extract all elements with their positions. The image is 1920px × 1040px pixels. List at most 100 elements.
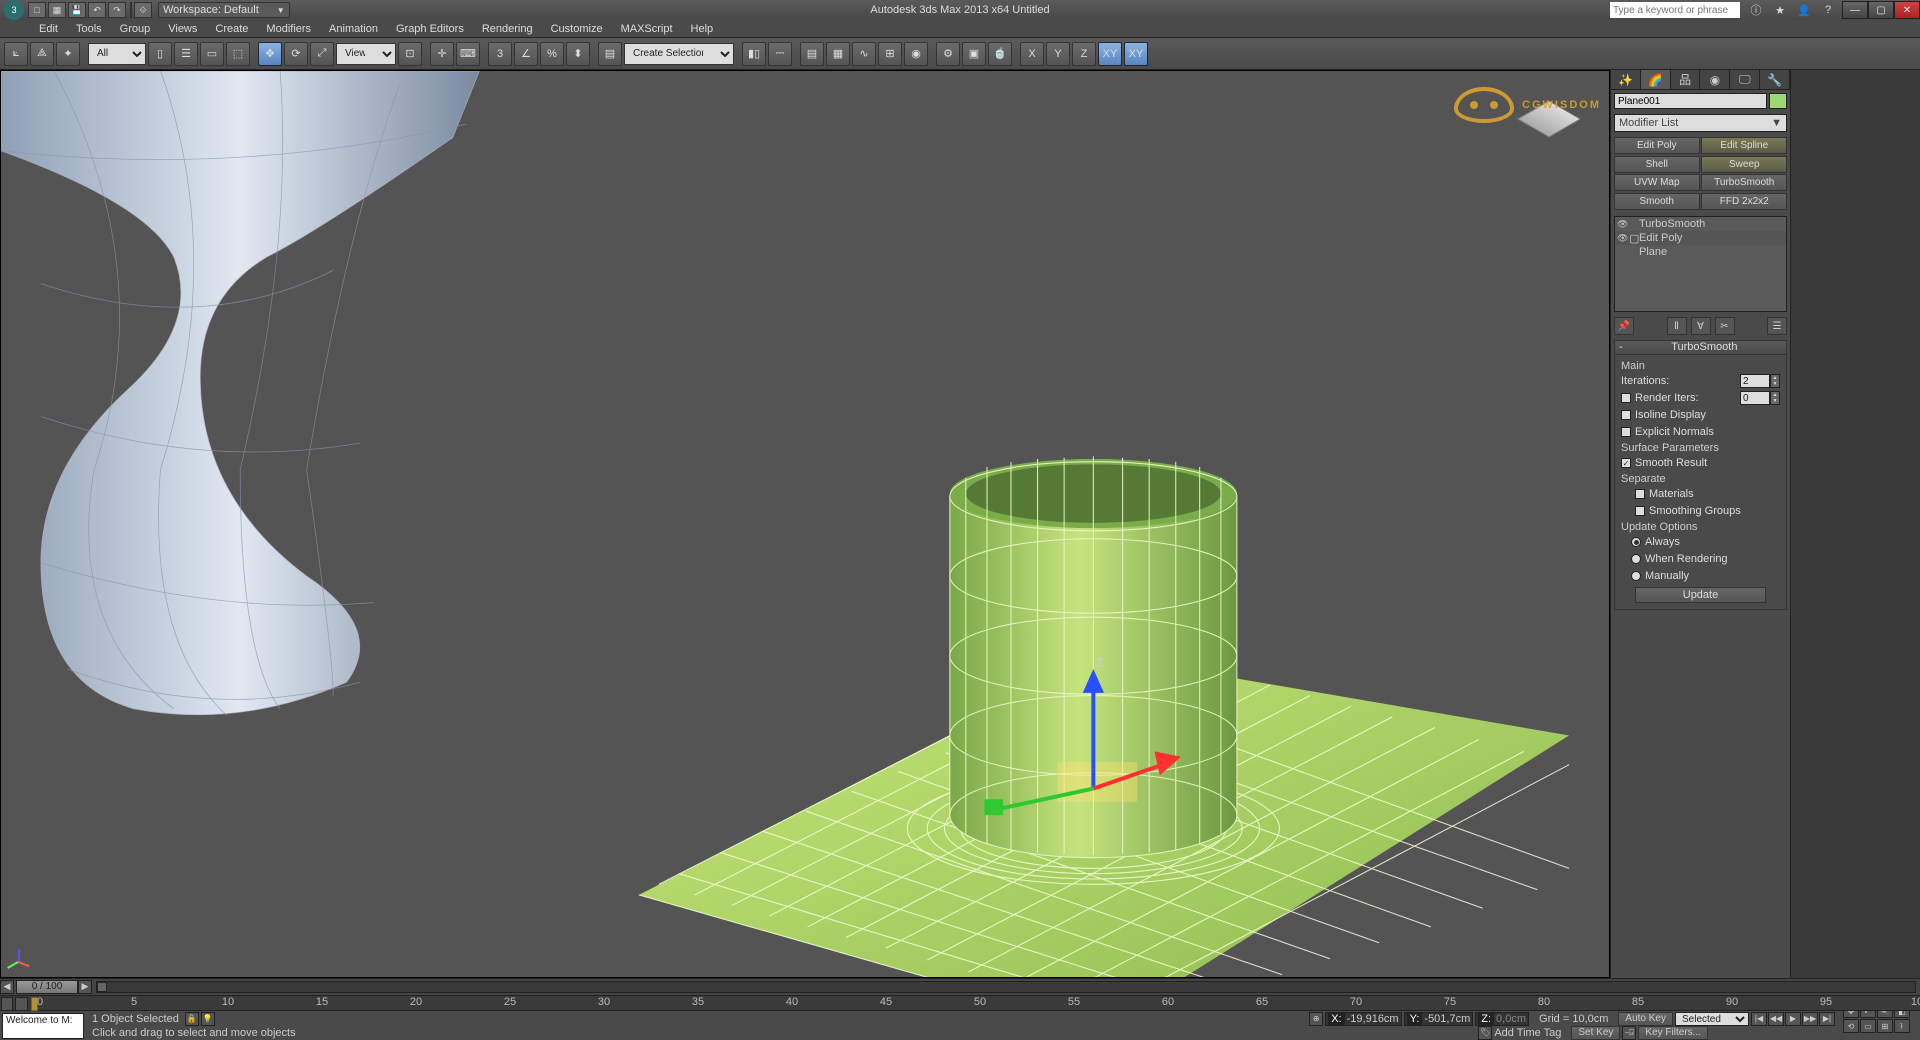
manually-radio[interactable] xyxy=(1631,571,1641,581)
keyfilters-button[interactable]: Key Filters... xyxy=(1638,1026,1708,1040)
coord-x-input[interactable]: X:-19,916cm xyxy=(1325,1012,1401,1026)
snap-toggle-icon[interactable]: 3 xyxy=(488,42,512,66)
stack-item-editpoly[interactable]: 👁▢Edit Poly xyxy=(1615,231,1786,245)
select-name-icon[interactable]: ☰ xyxy=(174,42,198,66)
menu-views[interactable]: Views xyxy=(159,20,206,38)
smgroups-checkbox[interactable] xyxy=(1635,506,1645,516)
modifier-stack[interactable]: 👁TurboSmooth 👁▢Edit Poly Plane xyxy=(1614,216,1787,312)
align-icon[interactable]: ⎓ xyxy=(768,42,792,66)
trackbar-mode-icon[interactable] xyxy=(1,997,13,1011)
time-slider-value[interactable]: 0 / 100 xyxy=(16,980,78,994)
time-slider-thumb[interactable] xyxy=(97,982,107,992)
bind-spw-icon[interactable]: ✦ xyxy=(56,42,80,66)
render-iters-checkbox[interactable] xyxy=(1621,393,1631,403)
select-object-icon[interactable]: ▯ xyxy=(148,42,172,66)
workspace-dropdown[interactable]: Workspace: Default ▼ xyxy=(158,2,290,18)
maximize-button[interactable]: ▢ xyxy=(1868,1,1894,19)
selection-filter-dropdown[interactable]: All xyxy=(88,43,146,65)
keymode-dropdown[interactable]: Selected xyxy=(1675,1012,1749,1026)
slider-next-button[interactable]: ▶ xyxy=(78,980,92,994)
star-icon[interactable]: ★ xyxy=(1770,2,1790,18)
rendered-frame-icon[interactable]: ▣ xyxy=(962,42,986,66)
preset-turbosmooth[interactable]: TurboSmooth xyxy=(1701,174,1787,191)
select-move-icon[interactable]: ✥ xyxy=(258,42,282,66)
menu-grapheditors[interactable]: Graph Editors xyxy=(387,20,473,38)
materials-checkbox[interactable] xyxy=(1635,489,1645,499)
play-icon[interactable]: ▶ xyxy=(1785,1012,1801,1026)
make-unique-icon[interactable]: ∀ xyxy=(1691,317,1711,335)
show-end-icon[interactable]: Ⅱ xyxy=(1667,317,1687,335)
eye-icon[interactable]: 👁 xyxy=(1617,233,1629,244)
curve-editor-icon[interactable]: ∿ xyxy=(852,42,876,66)
select-region-rect-icon[interactable]: ▭ xyxy=(200,42,224,66)
display-tab[interactable]: 🖵 xyxy=(1730,70,1760,89)
preset-ffd[interactable]: FFD 2x2x2 xyxy=(1701,193,1787,210)
trackbar-filter-icon[interactable] xyxy=(15,997,27,1011)
add-time-tag[interactable]: Add Time Tag xyxy=(1494,1027,1561,1039)
app-logo[interactable]: 3 xyxy=(4,0,24,20)
select-scale-icon[interactable]: ⤢ xyxy=(310,42,334,66)
window-crossing-icon[interactable]: ⬚ xyxy=(226,42,250,66)
preset-uvwmap[interactable]: UVW Map xyxy=(1614,174,1700,191)
menu-help[interactable]: Help xyxy=(682,20,723,38)
minimize-button[interactable]: — xyxy=(1842,1,1868,19)
whenrender-radio[interactable] xyxy=(1631,554,1641,564)
motion-tab[interactable]: ◉ xyxy=(1700,70,1730,89)
key-icon[interactable]: ⎯⍈ xyxy=(1622,1026,1636,1040)
infocenter-icon[interactable]: ⓘ xyxy=(1746,2,1766,18)
preset-sweep[interactable]: Sweep xyxy=(1701,156,1787,173)
menu-tools[interactable]: Tools xyxy=(67,20,111,38)
menu-group[interactable]: Group xyxy=(111,20,160,38)
menu-edit[interactable]: Edit xyxy=(30,20,67,38)
render-prod-icon[interactable]: 🍵 xyxy=(988,42,1012,66)
axis-xy2-button[interactable]: XY xyxy=(1124,42,1148,66)
next-frame-icon[interactable]: ▶▶ xyxy=(1802,1012,1818,1026)
pin-stack-icon[interactable]: 📌 xyxy=(1614,317,1634,335)
named-selset-dropdown[interactable]: Create Selection Se xyxy=(624,43,734,65)
goto-start-icon[interactable]: |◀ xyxy=(1751,1012,1767,1026)
modifier-list-dropdown[interactable]: Modifier List▼ xyxy=(1614,114,1787,132)
select-rotate-icon[interactable]: ⟳ xyxy=(284,42,308,66)
menu-modifiers[interactable]: Modifiers xyxy=(257,20,320,38)
configure-sets-icon[interactable]: ☰ xyxy=(1767,317,1787,335)
save-icon[interactable]: 💾 xyxy=(68,2,86,18)
help-icon[interactable]: ? xyxy=(1818,2,1838,18)
modify-tab[interactable]: 🌈 xyxy=(1641,70,1671,89)
abs-rel-icon[interactable]: ⊕ xyxy=(1309,1012,1323,1026)
render-setup-icon[interactable]: ⚙ xyxy=(936,42,960,66)
preset-shell[interactable]: Shell xyxy=(1614,156,1700,173)
undo-icon[interactable]: ↶ xyxy=(88,2,106,18)
explicit-checkbox[interactable] xyxy=(1621,427,1631,437)
link-icon[interactable]: ⟐ xyxy=(134,2,152,18)
angle-snap-icon[interactable]: ∠ xyxy=(514,42,538,66)
always-radio[interactable] xyxy=(1631,537,1641,547)
redo-icon[interactable]: ↷ xyxy=(108,2,126,18)
axis-y-button[interactable]: Y xyxy=(1046,42,1070,66)
isoline-checkbox[interactable] xyxy=(1621,410,1631,420)
setkey-button[interactable]: Set Key xyxy=(1571,1026,1620,1040)
select-manip-icon[interactable]: ✛ xyxy=(430,42,454,66)
menu-create[interactable]: Create xyxy=(206,20,257,38)
select-link-icon[interactable]: ⟀ xyxy=(4,42,28,66)
smooth-result-checkbox[interactable]: ✓ xyxy=(1621,458,1631,468)
object-color-swatch[interactable] xyxy=(1769,93,1787,109)
axis-x-button[interactable]: X xyxy=(1020,42,1044,66)
hierarchy-tab[interactable]: 品 xyxy=(1671,70,1701,89)
menu-maxscript[interactable]: MAXScript xyxy=(612,20,682,38)
refcoord-dropdown[interactable]: View xyxy=(336,43,396,65)
schematic-view-icon[interactable]: ⊞ xyxy=(878,42,902,66)
preset-editspline[interactable]: Edit Spline xyxy=(1701,137,1787,154)
stack-item-plane[interactable]: Plane xyxy=(1615,245,1786,259)
unlink-icon[interactable]: ⟁ xyxy=(30,42,54,66)
render-iters-spinner[interactable]: ▲▼ xyxy=(1740,391,1780,405)
coord-y-input[interactable]: Y:-501,7cm xyxy=(1404,1012,1474,1026)
coord-z-input[interactable]: Z:0,0cm xyxy=(1475,1012,1529,1026)
autokey-button[interactable]: Auto Key xyxy=(1618,1012,1673,1026)
time-tag-icon[interactable]: 🏷 xyxy=(1478,1026,1492,1040)
menu-rendering[interactable]: Rendering xyxy=(473,20,542,38)
open-icon[interactable]: ▦ xyxy=(48,2,66,18)
signin-icon[interactable]: 👤 xyxy=(1794,2,1814,18)
percent-snap-icon[interactable]: % xyxy=(540,42,564,66)
isolate-icon[interactable]: 💡 xyxy=(201,1012,215,1026)
close-button[interactable]: ✕ xyxy=(1894,1,1920,19)
